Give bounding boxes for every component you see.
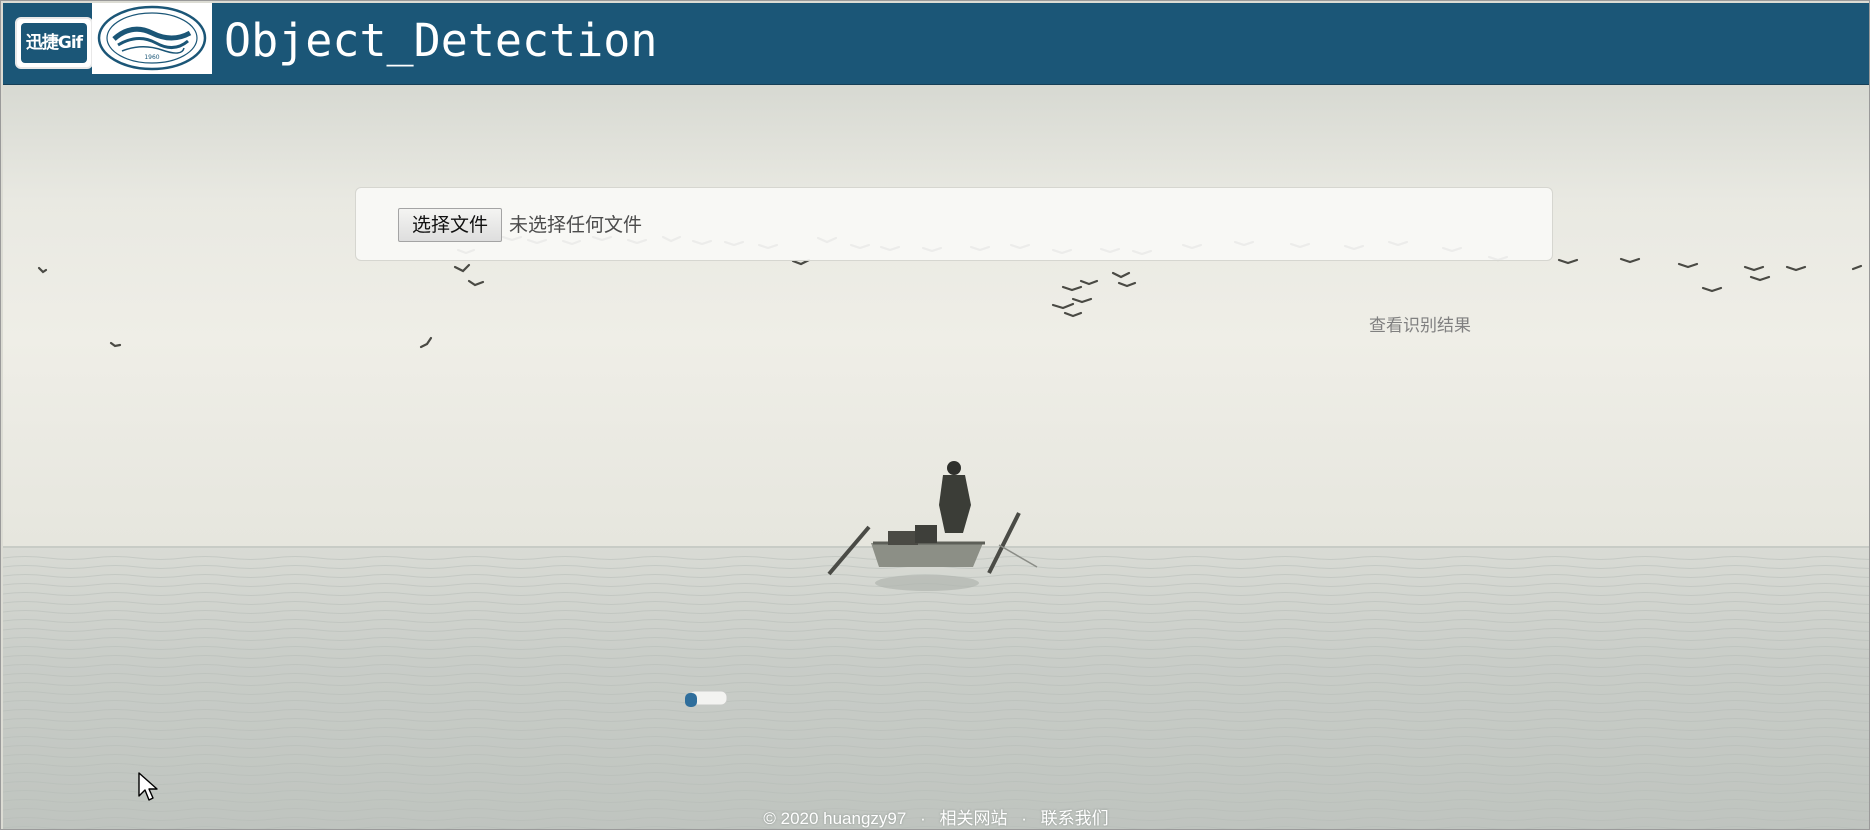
upload-panel: 选择文件 未选择任何文件 [355,187,1553,261]
footer-related-sites-link[interactable]: 相关网站 [939,809,1007,828]
file-status-text: 未选择任何文件 [509,214,643,236]
buoy [685,690,728,707]
footer-separator: · [1021,809,1027,828]
university-seal-icon[interactable]: 1960 [92,3,212,74]
logo-year: 1960 [144,54,159,61]
gif-watermark-badge: 迅捷Gif [15,17,93,69]
mouse-pointer-icon [138,772,160,802]
top-navbar: 迅捷Gif 1960 Object_Detection [3,3,1869,85]
page: 迅捷Gif 1960 Object_Detection 选择文件 未选择任何文件… [0,0,1870,830]
choose-file-button[interactable]: 选择文件 [398,208,502,242]
footer: © 2020 huangzy97 · 相关网站 · 联系我们 [1,806,1869,829]
view-results-link[interactable]: 查看识别结果 [1369,314,1471,338]
footer-copyright: © 2020 huangzy97 [763,809,907,828]
footer-separator: · [920,809,926,828]
page-title: Object_Detection [224,14,658,67]
footer-contact-link[interactable]: 联系我们 [1041,809,1109,828]
gif-watermark-label: 迅捷Gif [21,23,87,63]
